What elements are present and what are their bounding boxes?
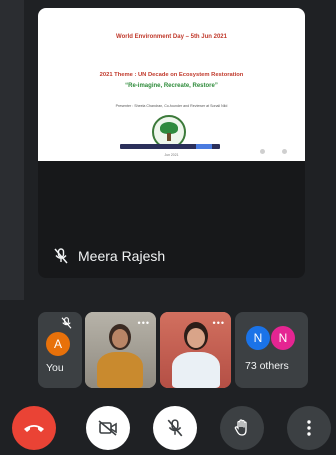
more-vert-icon (307, 420, 311, 436)
raise-hand-button[interactable] (220, 406, 264, 450)
more-dots-icon[interactable]: ••• (213, 318, 225, 328)
slide-presenter: Presenter : Sheela Chandran, Co-founder … (115, 104, 228, 108)
mic-off-icon (54, 248, 68, 264)
more-options-button[interactable] (287, 406, 331, 450)
slide-title: World Environment Day – 5th Jun 2021 (116, 34, 227, 40)
slide-theme: 2021 Theme : UN Decade on Ecosystem Rest… (99, 72, 244, 78)
camera-off-icon (98, 420, 117, 436)
more-dots-icon[interactable]: ••• (138, 318, 150, 328)
shared-slide: World Environment Day – 5th Jun 2021 202… (38, 8, 305, 161)
mic-off-icon (61, 316, 72, 334)
other-avatar: N (246, 326, 270, 350)
slide-marker (260, 149, 265, 154)
self-tile[interactable]: A You (38, 312, 82, 388)
others-tile[interactable]: N N 73 others (235, 312, 308, 388)
participant-strip: A You ••• ••• N N 73 others (38, 312, 308, 388)
speaker-label: Meera Rajesh (54, 248, 165, 264)
self-label: You (46, 362, 64, 374)
call-controls (0, 400, 336, 455)
slide-tagline: “Re-imagine, Recreate, Restore” (125, 83, 218, 89)
phone-hangup-icon (24, 425, 44, 432)
participant-video-tile[interactable]: ••• (160, 312, 231, 388)
slide-footer: Jun 2021 (164, 153, 179, 157)
self-avatar: A (46, 332, 70, 356)
presentation-tile[interactable]: World Environment Day – 5th Jun 2021 202… (38, 8, 305, 278)
slide-caption-bar (120, 144, 220, 149)
side-edge (0, 0, 24, 300)
slide-marker (282, 149, 287, 154)
other-avatar: N (271, 326, 295, 350)
mic-off-icon (167, 419, 183, 437)
leave-call-button[interactable] (12, 406, 56, 450)
camera-toggle-button[interactable] (86, 406, 130, 450)
mic-toggle-button[interactable] (153, 406, 197, 450)
hand-icon (234, 419, 247, 436)
others-count: 73 others (245, 360, 289, 372)
speaker-name: Meera Rajesh (78, 248, 166, 264)
participant-video-tile[interactable]: ••• (85, 312, 156, 388)
